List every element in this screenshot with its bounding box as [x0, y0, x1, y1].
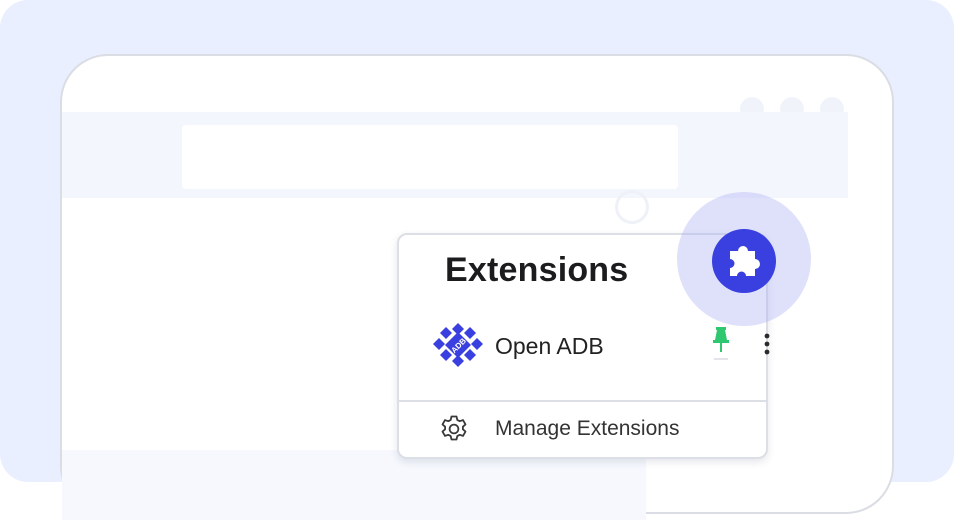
popup-title: Extensions [445, 251, 629, 289]
manage-extensions-label: Manage Extensions [495, 417, 680, 440]
puzzle-piece-icon [730, 246, 760, 276]
manage-extensions-item[interactable]: Manage Extensions [439, 412, 739, 446]
extensions-toolbar-button[interactable] [712, 229, 776, 293]
extension-row-open-adb[interactable]: ADB Open ADB [433, 323, 770, 371]
extension-name: Open ADB [495, 333, 604, 359]
address-bar[interactable] [182, 125, 678, 189]
open-adb-logo-icon: ADB [433, 323, 483, 367]
gear-icon [441, 415, 467, 441]
divider [399, 400, 766, 402]
page-content-placeholder [62, 450, 646, 520]
more-vert-icon[interactable] [759, 331, 775, 359]
search-icon [615, 190, 649, 224]
pin-icon[interactable] [711, 327, 731, 361]
